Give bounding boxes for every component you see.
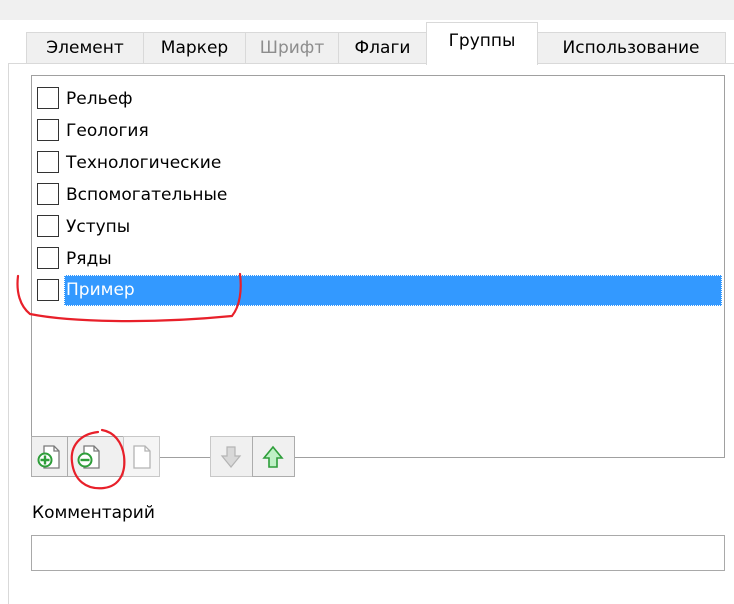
window-top-strip: [0, 0, 734, 20]
comment-input[interactable]: [31, 535, 725, 571]
remove-group-icon: [77, 445, 100, 469]
tab-element[interactable]: Элемент: [26, 32, 144, 64]
list-item[interactable]: Уступы: [35, 211, 723, 242]
list-item[interactable]: Ряды: [35, 243, 723, 274]
list-item[interactable]: Рельеф: [35, 83, 723, 114]
list-item[interactable]: Вспомогательные: [35, 179, 723, 210]
tab-marker[interactable]: Маркер: [143, 32, 246, 64]
list-item-selected[interactable]: Пример: [35, 275, 723, 306]
list-item[interactable]: Геология: [35, 115, 723, 146]
tab-label: Элемент: [46, 38, 124, 58]
list-item-label: Ряды: [66, 249, 112, 269]
comment-label: Комментарий: [32, 503, 155, 523]
remove-group-button[interactable]: [67, 436, 124, 477]
tab-label: Использование: [562, 38, 700, 58]
arrow-up-icon: [262, 445, 284, 468]
groups-listbox[interactable]: Рельеф Геология Технологические Вспомога…: [31, 75, 725, 458]
move-up-button[interactable]: [252, 436, 295, 477]
list-item-label: Геология: [66, 121, 149, 141]
add-group-button[interactable]: [31, 436, 68, 477]
add-group-icon: [37, 445, 60, 469]
tab-groups[interactable]: Группы: [426, 22, 538, 65]
list-item-label: Технологические: [66, 153, 222, 173]
checkbox[interactable]: [37, 151, 59, 173]
list-item-label: Вспомогательные: [66, 185, 228, 205]
tab-label: Флаги: [354, 38, 411, 58]
checkbox[interactable]: [37, 247, 59, 269]
list-item-label: Уступы: [66, 217, 131, 237]
checkbox[interactable]: [37, 279, 59, 301]
arrow-down-icon: [220, 446, 242, 468]
move-down-button: [210, 436, 253, 477]
tab-label: Шрифт: [259, 38, 325, 58]
checkbox[interactable]: [37, 215, 59, 237]
tab-label: Группы: [448, 31, 516, 51]
document-icon: [133, 445, 151, 469]
checkbox[interactable]: [37, 87, 59, 109]
tab-flags[interactable]: Флаги: [338, 32, 427, 64]
checkbox[interactable]: [37, 183, 59, 205]
list-item-label: Рельеф: [66, 89, 133, 109]
list-item[interactable]: Технологические: [35, 147, 723, 178]
list-item-label: Пример: [64, 275, 722, 306]
checkbox[interactable]: [37, 119, 59, 141]
copy-group-button: [123, 436, 160, 477]
tab-usage[interactable]: Использование: [536, 32, 726, 64]
tab-label: Маркер: [160, 38, 229, 58]
tab-font: Шрифт: [245, 32, 339, 64]
